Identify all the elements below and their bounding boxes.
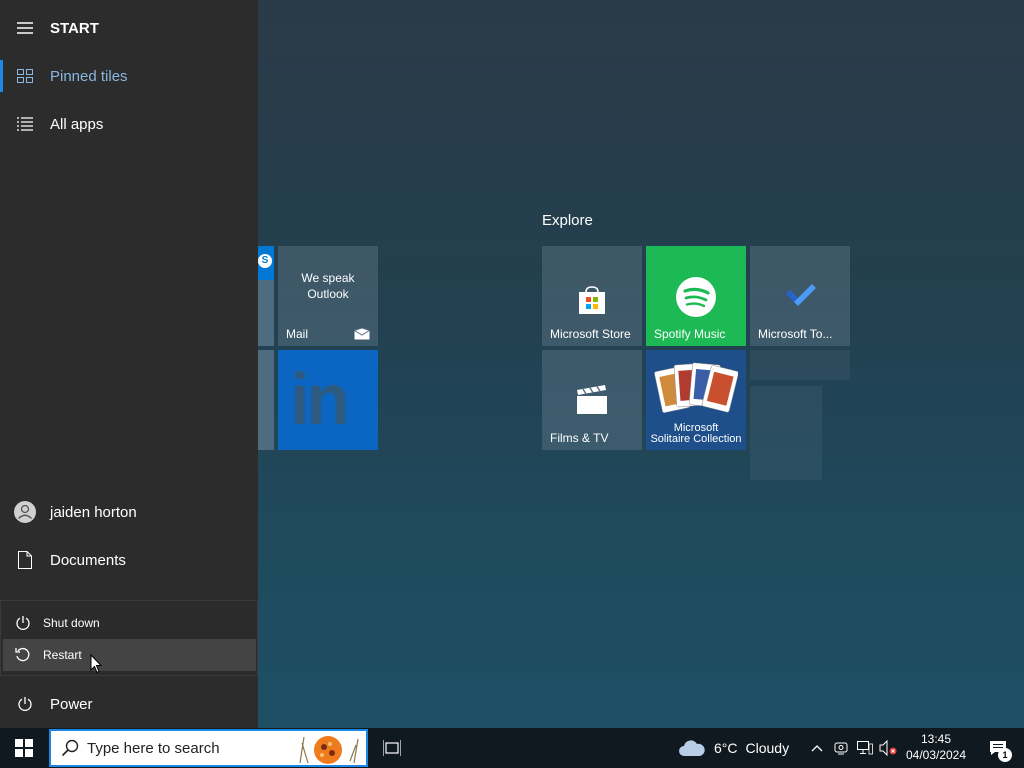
power-icon xyxy=(0,696,50,712)
shopping-bag-icon xyxy=(579,286,605,314)
nav-documents[interactable]: Documents xyxy=(0,536,258,584)
clapperboard-icon xyxy=(577,385,607,414)
avatar xyxy=(0,501,50,523)
films-tv-label: Films & TV xyxy=(550,431,609,445)
restart-label: Restart xyxy=(43,648,82,662)
hamburger-icon[interactable] xyxy=(0,22,50,34)
taskbar: Type here to search 6°C Cloudy 13:45 04/… xyxy=(0,728,1024,768)
action-center-button[interactable]: 1 xyxy=(980,728,1016,768)
nav-all-apps-label: All apps xyxy=(50,115,104,133)
linkedin-tile[interactable]: in xyxy=(278,350,378,450)
show-hidden-icons-button[interactable] xyxy=(805,728,829,768)
user-account[interactable]: jaiden horton xyxy=(0,488,258,536)
power-menu: Shut down Restart xyxy=(0,600,258,676)
power-icon xyxy=(3,615,43,631)
restart-item[interactable]: Restart xyxy=(3,639,256,671)
shut-down-label: Shut down xyxy=(43,616,100,630)
power-label: Power xyxy=(50,695,93,713)
microsoft-todo-tile[interactable]: Microsoft To... xyxy=(750,246,850,346)
weather-condition: Cloudy xyxy=(745,740,790,756)
microsoft-store-label: Microsoft Store xyxy=(550,327,631,341)
empty-tile-slot xyxy=(750,386,822,480)
mail-tile[interactable]: We speak Outlook Mail xyxy=(278,246,378,346)
tile-area: Explore S We speak Outlook Mail in Micro… xyxy=(174,0,1024,728)
notification-count-badge: 1 xyxy=(998,748,1012,762)
search-input[interactable]: Type here to search xyxy=(49,729,368,767)
list-icon xyxy=(0,117,50,131)
spotify-tile[interactable]: Spotify Music xyxy=(646,246,746,346)
films-tv-tile[interactable]: Films & TV xyxy=(542,350,642,450)
checkmark-icon xyxy=(786,284,816,306)
start-menu-pane: START Pinned tiles All apps jaiden horto… xyxy=(0,0,258,728)
nav-all-apps[interactable]: All apps xyxy=(0,100,258,148)
search-placeholder: Type here to search xyxy=(87,739,220,757)
cloud-icon xyxy=(679,740,705,756)
mail-tile-text: We speak Outlook xyxy=(278,270,378,302)
power-button[interactable]: Power xyxy=(0,680,258,728)
group-title-explore: Explore xyxy=(542,212,593,229)
nav-pinned-tiles[interactable]: Pinned tiles xyxy=(0,52,258,100)
search-highlight-image xyxy=(299,736,359,764)
mail-tile-line2: Outlook xyxy=(307,287,349,301)
playing-cards-icon xyxy=(654,362,738,413)
solitaire-label: Microsoft Solitaire Collection xyxy=(646,423,746,445)
document-icon xyxy=(0,551,50,569)
microsoft-store-tile[interactable]: Microsoft Store xyxy=(542,246,642,346)
webcam-tray-button[interactable] xyxy=(829,728,853,768)
weather-widget[interactable]: 6°C Cloudy xyxy=(678,728,789,768)
empty-tile-slot xyxy=(750,350,850,380)
spotify-label: Spotify Music xyxy=(654,327,726,341)
windows-logo-icon xyxy=(15,739,33,757)
search-icon xyxy=(61,739,79,757)
clock-date: 04/03/2024 xyxy=(905,748,967,762)
task-view-button[interactable] xyxy=(372,728,412,768)
skype-icon: S xyxy=(258,254,272,268)
spotify-icon xyxy=(676,277,716,317)
start-button[interactable] xyxy=(0,728,48,768)
start-title: START xyxy=(50,19,99,37)
webcam-icon xyxy=(834,742,848,755)
nav-pinned-tiles-label: Pinned tiles xyxy=(50,67,128,85)
mail-tile-line1: We speak xyxy=(301,271,355,285)
tiles-icon xyxy=(0,69,50,83)
start-header[interactable]: START xyxy=(0,4,258,52)
user-name: jaiden horton xyxy=(50,503,137,521)
volume-tray-button[interactable] xyxy=(876,728,900,768)
speaker-muted-icon xyxy=(879,740,897,756)
network-icon xyxy=(857,741,873,755)
envelope-icon xyxy=(354,328,370,340)
chevron-up-icon xyxy=(811,745,823,752)
solitaire-tile[interactable]: Microsoft Solitaire Collection xyxy=(646,350,746,450)
restart-icon xyxy=(3,647,43,663)
linkedin-icon: in xyxy=(290,360,350,440)
clock-time: 13:45 xyxy=(920,732,952,746)
clock[interactable]: 13:45 04/03/2024 xyxy=(902,731,970,763)
mouse-cursor-icon xyxy=(90,654,102,674)
solitaire-label-line2: Solitaire Collection xyxy=(650,433,742,445)
documents-label: Documents xyxy=(50,551,126,569)
network-tray-button[interactable] xyxy=(853,728,877,768)
microsoft-todo-label: Microsoft To... xyxy=(758,327,833,341)
mail-tile-label: Mail xyxy=(286,327,309,341)
task-view-icon xyxy=(383,740,401,756)
weather-temperature: 6°C xyxy=(714,740,738,756)
shut-down-item[interactable]: Shut down xyxy=(3,607,256,639)
